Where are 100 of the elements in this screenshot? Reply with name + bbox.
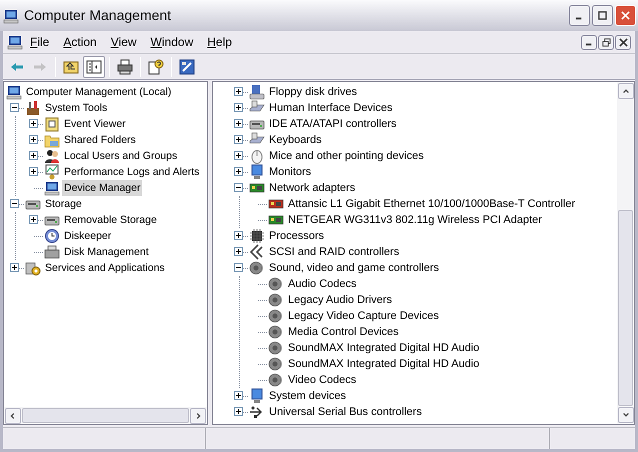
disk-icon xyxy=(44,244,60,260)
expand-icon[interactable] xyxy=(234,135,243,144)
tree-item[interactable]: System devices xyxy=(267,388,348,404)
folder-up-icon xyxy=(63,58,79,74)
tree-item[interactable]: Diskeeper xyxy=(62,228,114,244)
speaker-icon xyxy=(268,276,284,292)
collapse-icon[interactable] xyxy=(234,263,243,272)
expand-icon[interactable] xyxy=(29,151,38,160)
tree-item[interactable]: NETGEAR WG311v3 802.11g Wireless PCI Adapter xyxy=(286,212,544,228)
maximize-button[interactable] xyxy=(592,5,613,26)
tree-item[interactable]: Human Interface Devices xyxy=(267,100,394,116)
tree-item[interactable]: Audio Codecs xyxy=(286,276,358,292)
close-icon xyxy=(618,38,628,46)
floppy-icon xyxy=(249,84,265,100)
menu-item[interactable]: View xyxy=(104,33,144,51)
tree-item[interactable]: Sound, video and game controllers xyxy=(267,260,441,276)
expand-icon[interactable] xyxy=(234,247,243,256)
printer-icon xyxy=(117,58,133,74)
tree-item[interactable]: Performance Logs and Alerts xyxy=(62,164,202,180)
tree-item[interactable]: SoundMAX Integrated Digital HD Audio xyxy=(286,356,482,372)
expand-icon[interactable] xyxy=(29,215,38,224)
expand-icon[interactable] xyxy=(234,87,243,96)
speaker-icon xyxy=(268,324,284,340)
expand-icon[interactable] xyxy=(29,135,38,144)
restore-button[interactable] xyxy=(598,34,614,50)
scroll-right-button[interactable] xyxy=(190,408,206,424)
expand-icon[interactable] xyxy=(234,231,243,240)
close-icon xyxy=(621,11,630,20)
expand-icon[interactable] xyxy=(29,167,38,176)
close-button[interactable] xyxy=(615,34,631,50)
menu-item[interactable]: Help xyxy=(200,33,239,51)
expand-icon[interactable] xyxy=(234,151,243,160)
menu-item[interactable]: Window xyxy=(144,33,200,51)
tree-item[interactable]: Attansic L1 Gigabit Ethernet 10/100/1000Base-T Controller xyxy=(286,196,578,212)
tree-item[interactable]: Legacy Video Capture Devices xyxy=(286,308,441,324)
tree-item[interactable]: Keyboards xyxy=(267,132,324,148)
scroll-down-button[interactable] xyxy=(618,407,634,423)
tree-item[interactable]: Legacy Audio Drivers xyxy=(286,292,394,308)
computer-icon xyxy=(44,180,60,196)
monitor-icon xyxy=(249,164,265,180)
expand-icon[interactable] xyxy=(234,103,243,112)
tree-item[interactable]: Network adapters xyxy=(267,180,358,196)
tree-item[interactable]: Local Users and Groups xyxy=(62,148,180,164)
monitor-icon xyxy=(249,388,265,404)
tree-item[interactable]: Removable Storage xyxy=(62,212,159,228)
tree-item[interactable]: Storage xyxy=(43,196,84,212)
tree-item[interactable]: Universal Serial Bus controllers xyxy=(267,404,424,420)
menu-item[interactable]: File xyxy=(23,33,56,51)
horizontal-scrollbar[interactable] xyxy=(4,407,207,424)
chart-icon xyxy=(44,164,60,180)
collapse-icon[interactable] xyxy=(10,199,19,208)
collapse-icon[interactable] xyxy=(10,103,19,112)
tree-item[interactable]: Mice and other pointing devices xyxy=(267,148,426,164)
expand-icon[interactable] xyxy=(234,407,243,416)
minimize-icon xyxy=(575,16,584,20)
scroll-thumb[interactable] xyxy=(618,210,633,406)
computer-icon xyxy=(3,8,19,24)
tree-item[interactable]: System Tools xyxy=(43,100,110,116)
tree-item[interactable]: Device Manager xyxy=(62,180,142,196)
chip-icon xyxy=(249,228,265,244)
pane-icon xyxy=(86,58,102,74)
tree-item[interactable]: Disk Management xyxy=(62,244,151,260)
tree-item[interactable]: Event Viewer xyxy=(62,116,128,132)
expand-icon[interactable] xyxy=(10,263,19,272)
tree-item[interactable]: IDE ATA/ATAPI controllers xyxy=(267,116,399,132)
help-icon xyxy=(148,58,164,74)
minimize-button[interactable] xyxy=(581,34,597,50)
toolbar-button[interactable] xyxy=(83,56,105,78)
window-title: Computer Management xyxy=(24,6,172,25)
mouse-icon xyxy=(249,148,265,164)
collapse-icon[interactable] xyxy=(234,183,243,192)
users-icon xyxy=(44,148,60,164)
speaker-icon xyxy=(268,308,284,324)
tree-item[interactable]: Processors xyxy=(267,228,326,244)
tree-item[interactable]: Shared Folders xyxy=(62,132,138,148)
menu-item[interactable]: Action xyxy=(56,33,104,51)
maximize-icon xyxy=(598,11,607,20)
tree-item[interactable]: Services and Applications xyxy=(43,260,167,276)
minimize-icon xyxy=(584,43,594,46)
properties-icon xyxy=(179,58,195,74)
expand-icon[interactable] xyxy=(234,391,243,400)
speaker-icon xyxy=(268,356,284,372)
tree-item[interactable]: Monitors xyxy=(267,164,314,180)
scroll-up-button[interactable] xyxy=(618,83,634,99)
computer-icon xyxy=(7,34,23,50)
vertical-scrollbar[interactable] xyxy=(617,82,634,424)
tree-item[interactable]: Video Codecs xyxy=(286,372,358,388)
clock-icon xyxy=(44,228,60,244)
tree-item[interactable]: Media Control Devices xyxy=(286,324,401,340)
expand-icon[interactable] xyxy=(29,119,38,128)
scroll-left-button[interactable] xyxy=(5,408,21,424)
tree-item[interactable]: SCSI and RAID controllers xyxy=(267,244,402,260)
tree-item[interactable]: SoundMAX Integrated Digital HD Audio xyxy=(286,340,482,356)
minimize-button[interactable] xyxy=(569,5,590,26)
tree-item[interactable]: Computer Management (Local) xyxy=(24,84,174,100)
scroll-thumb[interactable] xyxy=(22,408,189,423)
computer-icon xyxy=(6,84,22,100)
expand-icon[interactable] xyxy=(234,119,243,128)
expand-icon[interactable] xyxy=(234,167,243,176)
tree-item[interactable]: Floppy disk drives xyxy=(267,84,360,100)
